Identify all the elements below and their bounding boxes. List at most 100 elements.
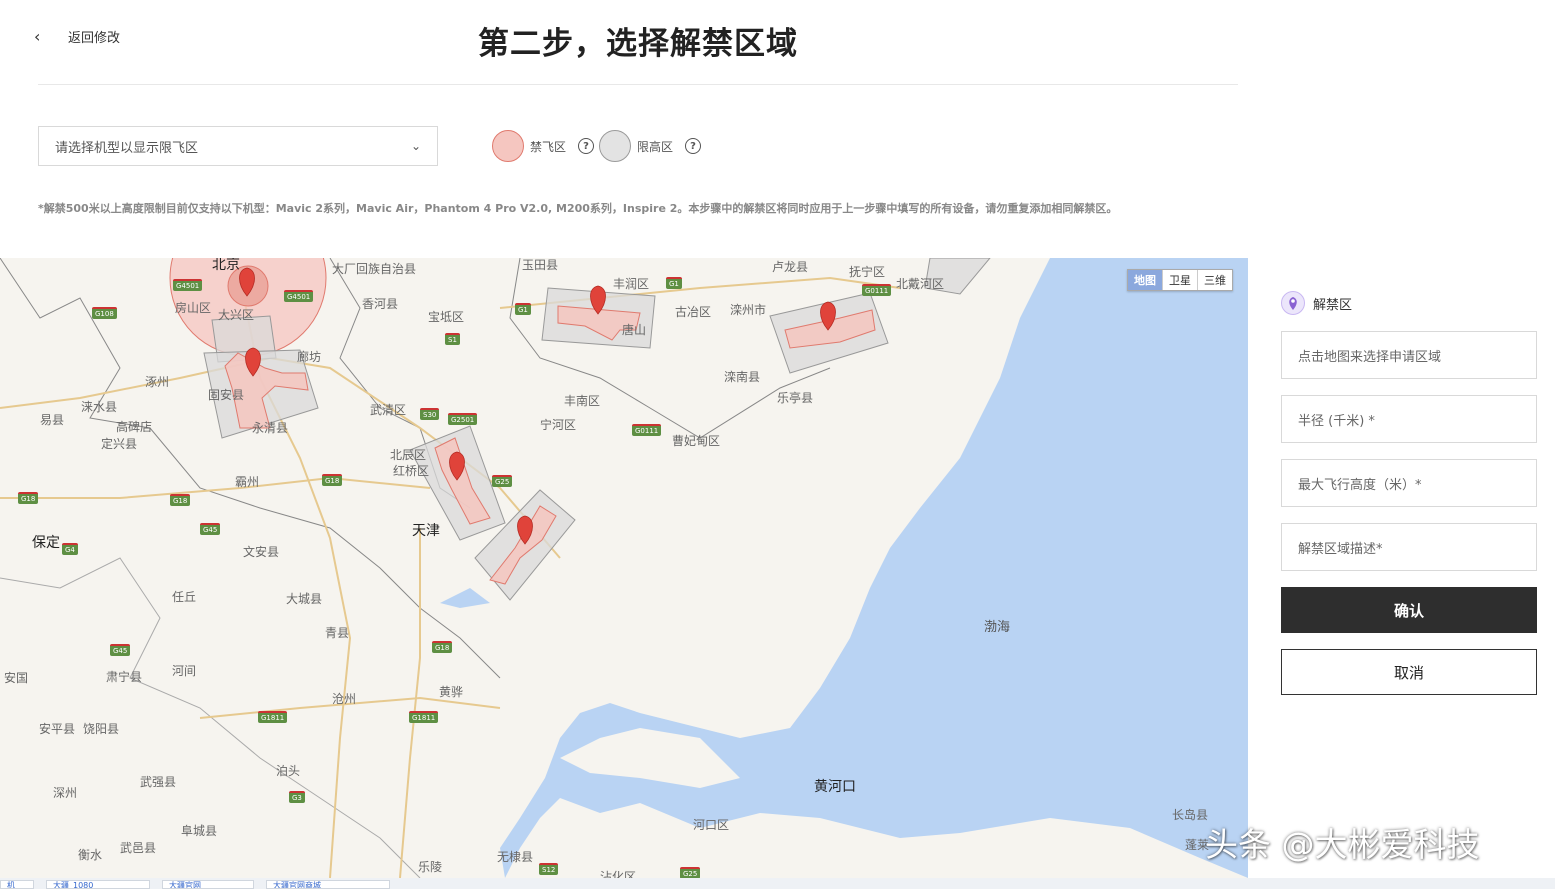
tab[interactable]: 大疆官网商城 bbox=[266, 880, 390, 889]
town-label: 香河县 bbox=[362, 297, 399, 311]
back-button[interactable]: ‹ 返回修改 bbox=[34, 27, 120, 46]
highway-shield: G0111 bbox=[632, 424, 662, 436]
supported-models-note: *解禁500米以上高度限制目前仅支持以下机型：Mavic 2系列，Mavic A… bbox=[38, 202, 1118, 215]
town-label: 易县 bbox=[40, 413, 65, 427]
highway-shield: G18 bbox=[322, 474, 343, 486]
highway-shield: G4501 bbox=[173, 279, 203, 291]
town-label: 卢龙县 bbox=[772, 260, 809, 274]
highway-shield: G18 bbox=[432, 641, 453, 653]
help-icon[interactable]: ? bbox=[578, 138, 595, 154]
tab[interactable]: 大疆_1080 bbox=[46, 880, 150, 889]
town-label: 阜城县 bbox=[181, 824, 218, 838]
map-type-switcher: 地图 卫星 三维 bbox=[1127, 269, 1233, 291]
town-label: 肃宁县 bbox=[106, 670, 143, 684]
town-label: 任丘 bbox=[172, 590, 197, 604]
panel-title: 解禁区 bbox=[1281, 291, 1352, 315]
highway-shield: G45 bbox=[110, 644, 131, 656]
town-label: 丰润区 bbox=[613, 277, 650, 291]
town-label: 饶阳县 bbox=[83, 722, 120, 736]
tab[interactable]: 机 bbox=[0, 880, 34, 889]
nofly-zone-swatch bbox=[492, 130, 524, 162]
tab[interactable]: 大疆官网 bbox=[162, 880, 254, 889]
town-label: 大兴区 bbox=[218, 308, 255, 322]
location-pin-icon bbox=[1281, 291, 1305, 315]
town-label: 滦南县 bbox=[724, 370, 761, 384]
city-label: 北京 bbox=[212, 258, 240, 273]
town-label: 永清县 bbox=[252, 421, 289, 435]
town-label: 宝坻区 bbox=[428, 310, 465, 324]
town-label: 北辰区 bbox=[390, 448, 427, 462]
unlock-zone-panel: 解禁区 点击地图来选择申请区域 半径 (千米) * 最大飞行高度（米）* 解禁区… bbox=[1248, 258, 1555, 878]
map-type-satellite[interactable]: 卫星 bbox=[1163, 270, 1198, 290]
town-label: 大城县 bbox=[286, 592, 323, 606]
town-label: 武强县 bbox=[140, 775, 177, 789]
chevron-down-icon: ⌄ bbox=[410, 139, 421, 153]
sea-label: 渤海 bbox=[984, 620, 1011, 635]
radius-field[interactable]: 半径 (千米) * bbox=[1281, 395, 1537, 443]
town-label: 红桥区 bbox=[393, 464, 430, 478]
highway-shield: G25 bbox=[492, 475, 513, 487]
map-type-map[interactable]: 地图 bbox=[1128, 270, 1163, 290]
town-label: 定兴县 bbox=[101, 437, 138, 451]
header-divider bbox=[38, 84, 1238, 85]
town-label: 滦州市 bbox=[730, 303, 767, 317]
page-title: 第二步，选择解禁区域 bbox=[478, 26, 798, 62]
town-label: 乐陵 bbox=[418, 860, 443, 874]
city-label: 黄河口 bbox=[814, 779, 856, 795]
town-label: 北戴河区 bbox=[896, 277, 945, 291]
town-label: 唐山 bbox=[622, 323, 647, 337]
city-label: 天津 bbox=[412, 523, 440, 539]
town-label: 河间 bbox=[172, 664, 197, 678]
town-label: 武清区 bbox=[370, 403, 407, 417]
max-height-field[interactable]: 最大飞行高度（米）* bbox=[1281, 459, 1537, 507]
town-label: 丰南区 bbox=[564, 394, 601, 408]
legend-height-limit-zone: 限高区 ? bbox=[599, 130, 702, 162]
town-label: 青县 bbox=[325, 626, 350, 640]
town-label: 长岛县 bbox=[1172, 808, 1209, 822]
town-label: 安平县 bbox=[39, 722, 76, 736]
town-label: 高碑店 bbox=[116, 420, 153, 434]
highway-shield: S1 bbox=[445, 333, 460, 345]
town-label: 廊坊 bbox=[297, 350, 322, 364]
town-label: 无棣县 bbox=[497, 850, 534, 864]
legend-nofly-zone: 禁飞区 ? bbox=[492, 130, 595, 162]
highway-shield: G1 bbox=[515, 303, 531, 315]
town-label: 河口区 bbox=[693, 818, 730, 832]
highway-shield: G108 bbox=[92, 307, 117, 319]
confirm-button[interactable]: 确认 bbox=[1281, 587, 1537, 633]
town-label: 房山区 bbox=[175, 301, 212, 315]
aircraft-model-select-placeholder: 请选择机型以显示限飞区 bbox=[55, 140, 199, 156]
map-canvas[interactable]: 地图 卫星 三维 北京 天津 保定 黄河口 渤海 大厂回族自治县 玉田县 丰润区… bbox=[0, 258, 1248, 878]
town-label: 沧州 bbox=[332, 692, 357, 706]
highway-shield: G0111 bbox=[862, 284, 892, 296]
highway-shield: G18 bbox=[170, 494, 191, 506]
highway-shield: G1811 bbox=[258, 711, 288, 723]
town-label: 大厂回族自治县 bbox=[332, 262, 417, 276]
aircraft-model-select[interactable]: 请选择机型以显示限飞区 ⌄ bbox=[38, 126, 438, 166]
help-icon[interactable]: ? bbox=[685, 138, 702, 154]
area-select-field[interactable]: 点击地图来选择申请区域 bbox=[1281, 331, 1537, 379]
highway-shield: G45 bbox=[200, 523, 221, 535]
town-label: 涞水县 bbox=[81, 400, 118, 414]
town-label: 霸州 bbox=[235, 475, 260, 489]
highway-shield: S12 bbox=[539, 863, 559, 875]
town-label: 武邑县 bbox=[120, 841, 157, 855]
town-label: 固安县 bbox=[208, 388, 245, 402]
town-label: 深州 bbox=[53, 786, 78, 800]
city-label: 保定 bbox=[32, 535, 60, 551]
highway-shield: G2501 bbox=[448, 413, 478, 425]
zone-description-field[interactable]: 解禁区域描述* bbox=[1281, 523, 1537, 571]
panel-title-label: 解禁区 bbox=[1313, 297, 1353, 313]
bottom-tab-strip: 机 大疆_1080 大疆官网 大疆官网商城 bbox=[0, 878, 1555, 889]
town-label: 泊头 bbox=[276, 764, 301, 778]
highway-shield: G25 bbox=[680, 867, 701, 878]
town-label: 曹妃甸区 bbox=[672, 434, 721, 448]
highway-shield: G18 bbox=[18, 492, 39, 504]
town-label: 沾化区 bbox=[600, 870, 637, 878]
highway-shield: G4 bbox=[62, 543, 78, 555]
highway-shield: G4501 bbox=[284, 290, 314, 302]
height-limit-zone-swatch bbox=[599, 130, 631, 162]
map-type-3d[interactable]: 三维 bbox=[1198, 270, 1232, 290]
cancel-button[interactable]: 取消 bbox=[1281, 649, 1537, 695]
town-label: 宁河区 bbox=[540, 418, 577, 432]
